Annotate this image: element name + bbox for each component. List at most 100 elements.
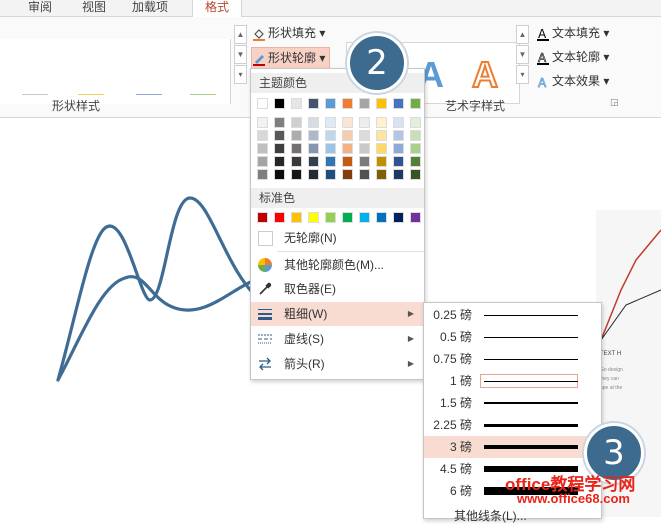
theme-shade-swatch[interactable]: [325, 130, 336, 141]
theme-shade-swatch[interactable]: [257, 117, 268, 128]
theme-shade-swatch[interactable]: [410, 156, 421, 167]
theme-shade-swatch[interactable]: [274, 130, 285, 141]
tab-view[interactable]: 视图: [82, 0, 106, 16]
text-outline-button[interactable]: A 文本轮廓 ▾: [536, 47, 609, 67]
wordart-style-orange[interactable]: A: [471, 53, 499, 96]
theme-color-swatch[interactable]: [257, 98, 268, 109]
theme-shade-swatch[interactable]: [325, 169, 336, 180]
more-lines-item[interactable]: 其他线条(L)...: [424, 506, 601, 528]
theme-shade-swatch[interactable]: [376, 117, 387, 128]
theme-shade-swatch[interactable]: [376, 169, 387, 180]
theme-shade-swatch[interactable]: [410, 117, 421, 128]
theme-shade-swatch[interactable]: [274, 117, 285, 128]
gallery-line-style-1[interactable]: [22, 94, 48, 95]
theme-shade-swatch[interactable]: [342, 117, 353, 128]
theme-shade-swatch[interactable]: [291, 143, 302, 154]
dialog-launcher-icon[interactable]: ◲: [610, 97, 619, 108]
theme-shade-swatch[interactable]: [410, 130, 421, 141]
theme-shade-swatch[interactable]: [342, 130, 353, 141]
wordart-up-button[interactable]: ▲: [516, 25, 529, 44]
theme-shade-swatch[interactable]: [257, 143, 268, 154]
theme-shade-swatch[interactable]: [393, 156, 404, 167]
theme-shade-swatch[interactable]: [376, 143, 387, 154]
standard-color-swatch[interactable]: [257, 212, 268, 223]
theme-shade-swatch[interactable]: [308, 143, 319, 154]
theme-shade-swatch[interactable]: [325, 143, 336, 154]
theme-color-swatch[interactable]: [308, 98, 319, 109]
theme-shade-swatch[interactable]: [291, 117, 302, 128]
theme-shade-swatch[interactable]: [376, 156, 387, 167]
theme-shade-swatch[interactable]: [308, 156, 319, 167]
theme-shade-swatch[interactable]: [342, 156, 353, 167]
gallery-up-button[interactable]: ▲: [234, 25, 247, 44]
gallery-line-style-2[interactable]: [78, 94, 104, 95]
theme-color-swatch[interactable]: [410, 98, 421, 109]
weight-option[interactable]: 0.25 磅: [424, 304, 601, 326]
standard-color-swatch[interactable]: [393, 212, 404, 223]
standard-color-swatch[interactable]: [325, 212, 336, 223]
theme-shade-swatch[interactable]: [359, 156, 370, 167]
theme-color-swatch[interactable]: [359, 98, 370, 109]
arrows-item[interactable]: 箭头(R) ▶: [251, 352, 424, 376]
theme-shade-swatch[interactable]: [308, 130, 319, 141]
standard-color-swatch[interactable]: [291, 212, 302, 223]
eyedropper-item[interactable]: 取色器(E): [251, 277, 424, 301]
wordart-more-button[interactable]: ▾: [516, 65, 529, 84]
theme-shade-swatch[interactable]: [393, 169, 404, 180]
theme-shade-swatch[interactable]: [342, 143, 353, 154]
weight-option[interactable]: 1.5 磅: [424, 392, 601, 414]
tab-format[interactable]: 格式: [192, 0, 243, 18]
weight-option[interactable]: 1 磅: [424, 370, 601, 392]
theme-shade-swatch[interactable]: [308, 169, 319, 180]
theme-shade-swatch[interactable]: [342, 169, 353, 180]
wordart-down-button[interactable]: ▼: [516, 45, 529, 64]
theme-shade-swatch[interactable]: [274, 143, 285, 154]
tab-review[interactable]: 审阅: [28, 0, 52, 16]
theme-shade-swatch[interactable]: [359, 169, 370, 180]
standard-color-swatch[interactable]: [359, 212, 370, 223]
theme-shade-swatch[interactable]: [359, 117, 370, 128]
theme-shade-swatch[interactable]: [359, 130, 370, 141]
theme-shade-swatch[interactable]: [274, 169, 285, 180]
weight-option[interactable]: 2.25 磅: [424, 414, 601, 436]
weight-option[interactable]: 0.5 磅: [424, 326, 601, 348]
tab-addins[interactable]: 加载项: [132, 0, 168, 16]
theme-color-swatch[interactable]: [325, 98, 336, 109]
text-fill-button[interactable]: A 文本填充 ▾: [536, 23, 609, 43]
standard-color-swatch[interactable]: [376, 212, 387, 223]
theme-shade-swatch[interactable]: [359, 143, 370, 154]
theme-shade-swatch[interactable]: [393, 130, 404, 141]
shape-style-gallery[interactable]: [0, 39, 231, 104]
weight-option[interactable]: 3 磅: [424, 436, 601, 458]
theme-shade-swatch[interactable]: [308, 117, 319, 128]
theme-color-swatch[interactable]: [274, 98, 285, 109]
shape-outline-button[interactable]: 形状轮廓 ▾: [251, 47, 331, 69]
theme-shade-swatch[interactable]: [291, 169, 302, 180]
theme-shade-swatch[interactable]: [291, 156, 302, 167]
theme-shade-swatch[interactable]: [325, 156, 336, 167]
theme-color-swatch[interactable]: [376, 98, 387, 109]
gallery-down-button[interactable]: ▼: [234, 45, 247, 64]
standard-color-swatch[interactable]: [274, 212, 285, 223]
standard-color-swatch[interactable]: [308, 212, 319, 223]
theme-color-swatch[interactable]: [393, 98, 404, 109]
gallery-more-button[interactable]: ▾: [234, 65, 247, 84]
standard-color-swatch[interactable]: [410, 212, 421, 223]
gallery-line-style-3[interactable]: [136, 94, 162, 95]
theme-shade-swatch[interactable]: [393, 143, 404, 154]
theme-color-swatch[interactable]: [291, 98, 302, 109]
weight-item[interactable]: 粗细(W) ▶: [251, 302, 424, 326]
theme-shade-swatch[interactable]: [376, 130, 387, 141]
gallery-line-style-4[interactable]: [190, 94, 216, 95]
theme-shade-swatch[interactable]: [410, 143, 421, 154]
shape-fill-button[interactable]: 形状填充 ▾: [252, 23, 325, 43]
theme-shade-swatch[interactable]: [257, 156, 268, 167]
theme-shade-swatch[interactable]: [393, 117, 404, 128]
standard-color-swatch[interactable]: [342, 212, 353, 223]
theme-shade-swatch[interactable]: [257, 130, 268, 141]
theme-shade-swatch[interactable]: [325, 117, 336, 128]
weight-option[interactable]: 0.75 磅: [424, 348, 601, 370]
theme-shade-swatch[interactable]: [274, 156, 285, 167]
no-outline-item[interactable]: 无轮廓(N): [251, 226, 424, 250]
dashes-item[interactable]: 虚线(S) ▶: [251, 327, 424, 351]
